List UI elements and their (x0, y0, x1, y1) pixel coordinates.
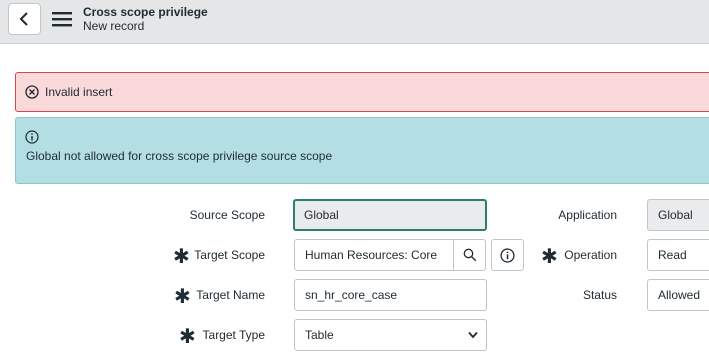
source-scope-value: Global (304, 208, 339, 222)
hamburger-menu-icon[interactable] (52, 11, 72, 27)
target-name-input[interactable]: sn_hr_core_case (294, 279, 487, 311)
target-type-value: Table (305, 328, 334, 342)
status-select[interactable]: Allowed (647, 279, 709, 311)
source-scope-field[interactable]: Global (293, 199, 487, 231)
required-indicator: ✱ (541, 244, 558, 268)
form-header: Cross scope privilege New record (0, 0, 709, 44)
title-block: Cross scope privilege New record (83, 5, 208, 33)
target-scope-label: Target Scope (194, 248, 265, 262)
target-scope-input[interactable]: Human Resources: Core (294, 239, 454, 271)
back-button[interactable] (8, 3, 41, 35)
operation-select[interactable]: Read (647, 239, 709, 271)
error-message: Invalid insert (45, 85, 113, 99)
info-circle-icon (25, 130, 39, 144)
info-message: Global not allowed for cross scope privi… (26, 149, 333, 163)
lookup-button[interactable] (453, 239, 486, 271)
reference-info-button[interactable] (491, 239, 524, 271)
source-scope-label: Source Scope (189, 208, 265, 222)
application-value: Global (658, 208, 693, 222)
required-indicator: ✱ (173, 244, 190, 268)
required-indicator: ✱ (174, 284, 191, 308)
chevron-left-icon (19, 12, 28, 26)
application-field: Global (647, 199, 709, 231)
error-alert: Invalid insert (15, 72, 709, 112)
operation-value: Read (658, 248, 687, 262)
target-type-select[interactable]: Table (294, 319, 487, 351)
page-subtitle: New record (83, 19, 145, 33)
chevron-down-icon (468, 331, 478, 339)
status-value: Allowed (658, 288, 701, 302)
operation-label: Operation (564, 248, 617, 262)
target-type-label: Target Type (202, 328, 265, 342)
close-circle-icon (25, 85, 39, 99)
status-label: Status (582, 288, 617, 302)
info-alert: Global not allowed for cross scope privi… (15, 117, 709, 184)
target-scope-value: Human Resources: Core (305, 248, 438, 262)
target-name-label: Target Name (196, 288, 265, 302)
required-indicator: ✱ (179, 324, 196, 348)
search-icon (463, 248, 476, 262)
info-circle-icon (500, 247, 515, 263)
page-title: Cross scope privilege (83, 5, 208, 19)
target-name-value: sn_hr_core_case (305, 288, 398, 302)
application-label: Application (558, 208, 617, 222)
